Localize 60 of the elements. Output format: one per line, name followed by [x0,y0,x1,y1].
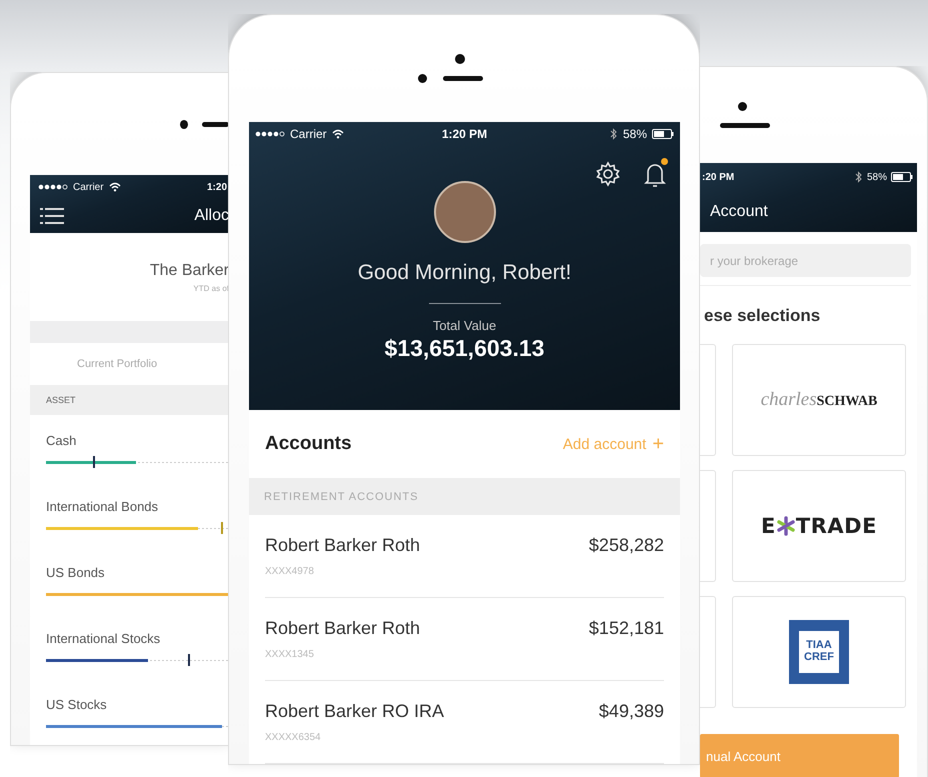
speaker-slot [720,123,770,128]
account-number: XXXX1345 [265,649,315,660]
total-value: $13,651,603.13 [384,335,546,362]
portfolio-name: The Barker [150,262,229,280]
section-header: RETIREMENT ACCOUNTS [249,478,680,515]
camera-dot [454,54,464,64]
battery-percent: 58% [622,126,647,140]
status-time: 1:20 PM [442,126,488,140]
status-time: :20 PM [702,172,734,182]
screen-title: Account [710,202,768,220]
total-value-label: Total Value [432,318,498,333]
account-name[interactable]: Robert Barker Roth [265,618,420,639]
account-name[interactable]: Robert Barker Roth [265,535,420,556]
battery-percent: 58% [866,172,887,182]
account-number: XXXXX6354 [265,732,322,743]
account-name[interactable]: Robert Barker RO IRA [265,701,444,722]
wifi-icon [332,128,344,138]
asterisk-icon [776,516,796,536]
search-field[interactable]: r your brokerage [700,244,911,277]
account-number: XXXX4978 [265,566,315,577]
battery-icon [891,172,913,182]
column-header: ASSET [30,385,229,415]
carrier-label: Carrier [73,182,104,192]
brokerage-card[interactable]: E TRADE [732,470,906,582]
settings-icon[interactable] [595,161,621,187]
speaker-slot [443,76,483,81]
brokerage-logo-text: charles [760,389,817,410]
bluetooth-icon [854,171,863,183]
asset-name: US Stocks [46,696,108,712]
greeting-text: Good Morning, Robert! [356,261,572,285]
camera-dot [180,120,188,128]
accounts-title: Accounts [265,433,352,455]
bluetooth-icon [608,128,618,140]
asset-name: Cash [46,432,78,448]
account-balance: $49,389 [598,701,664,722]
menu-icon[interactable] [40,207,64,225]
account-balance: $152,181 [588,618,664,639]
brokerage-logo-text: CREF [804,652,834,664]
brokerage-logo-text: TRADE [796,514,877,538]
brokerage-logo-text: E [761,514,776,538]
status-time: 1:20 [206,182,228,192]
asset-name: International Stocks [46,630,162,646]
brokerage-logo-text: SCHWAB [816,394,878,409]
asset-name: International Bonds [46,498,160,514]
signal-icon [38,183,68,191]
brokerage-card[interactable]: TIAA CREF [732,596,906,708]
signal-icon [255,130,285,138]
carrier-label: Carrier [290,126,327,140]
camera-dot [738,102,747,111]
brokerage-logo-text: TIAA [806,640,832,652]
speaker-slot [202,122,229,126]
section-title: ese selections [703,305,822,327]
brokerage-card[interactable]: charlesSCHWAB [732,344,906,456]
battery-icon [652,128,674,138]
camera-dot [418,74,427,83]
wifi-icon [108,182,121,192]
account-balance: $258,282 [588,535,664,556]
notification-bell-icon[interactable] [643,161,667,189]
asset-name: US Bonds [46,564,106,580]
screen-title: Alloc [194,207,229,225]
